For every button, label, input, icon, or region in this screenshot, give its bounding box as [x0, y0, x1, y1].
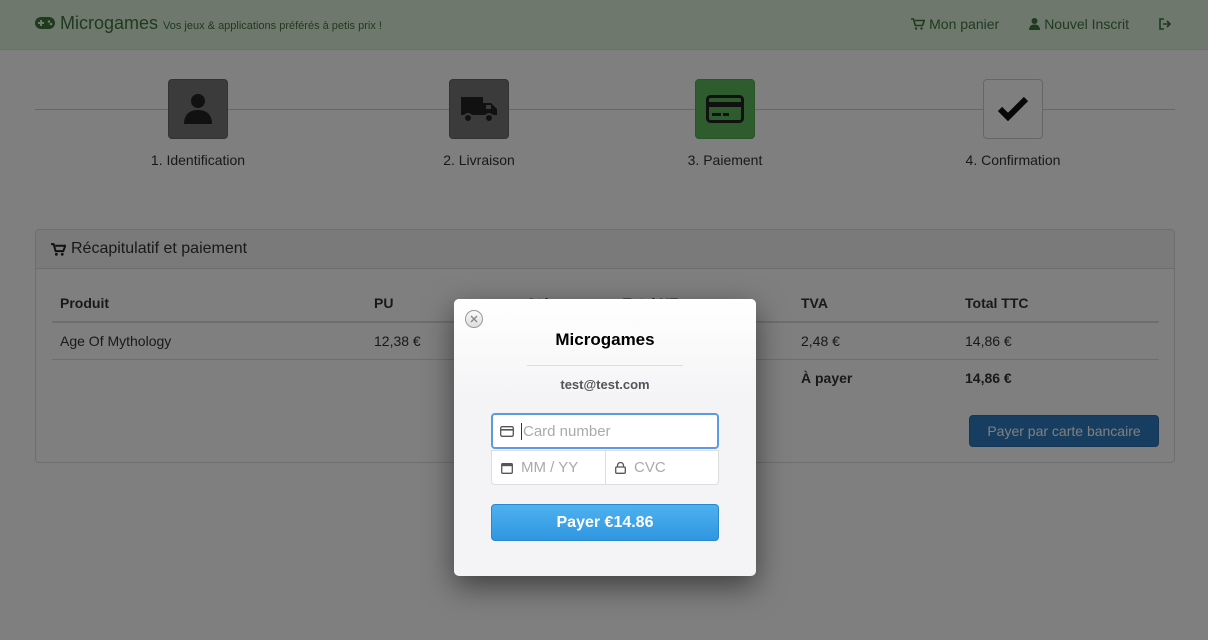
cvc-placeholder: CVC — [634, 459, 666, 476]
close-icon — [470, 315, 478, 323]
card-number-placeholder: Card number — [521, 422, 611, 440]
modal-email: test@test.com — [560, 377, 650, 392]
modal-title: Microgames — [555, 330, 655, 349]
lock-icon — [615, 461, 626, 474]
expiry-placeholder: MM / YY — [521, 459, 579, 476]
divider — [527, 365, 683, 366]
card-number-input[interactable]: Card number — [491, 413, 719, 449]
submit-payment-button[interactable]: Payer €14.86 — [491, 504, 719, 541]
cvc-input[interactable]: CVC — [605, 451, 718, 484]
calendar-icon — [501, 462, 513, 474]
close-button[interactable] — [465, 310, 483, 328]
expiry-input[interactable]: MM / YY — [492, 451, 605, 484]
checkout-modal: Microgames test@test.com Card number MM … — [454, 299, 756, 576]
card-icon — [500, 425, 514, 437]
